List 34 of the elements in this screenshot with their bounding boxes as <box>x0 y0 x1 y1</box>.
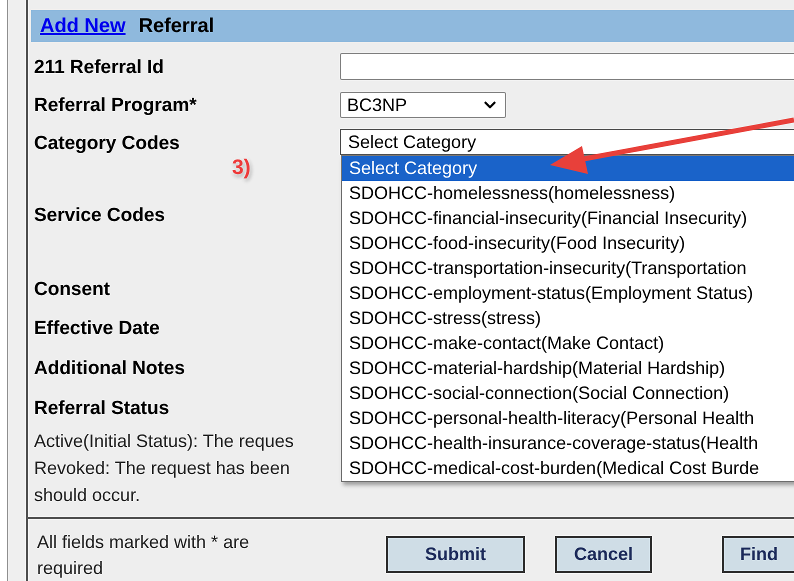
field-label: 211 Referral Id <box>34 57 164 78</box>
dropdown-option[interactable]: SDOHCC-employment-status(Employment Status) <box>342 281 794 306</box>
step-annotation: 3) <box>232 155 251 182</box>
dropdown-option[interactable]: SDOHCC-personal-health-literacy(Personal Health <box>342 406 794 432</box>
required-note: All fields marked with * are required <box>37 530 250 580</box>
dropdown-option[interactable]: SDOHCC-homelessness(homelessness) <box>342 181 794 206</box>
field-label: Referral Program* <box>34 95 197 116</box>
status-note: Active(Initial Status): The reques <box>34 430 294 454</box>
status-note: Revoked: The request has been <box>34 457 290 480</box>
form-button[interactable]: Submit <box>386 536 525 573</box>
dropdown-option[interactable]: SDOHCC-stress(stress) <box>342 306 794 332</box>
text-field[interactable] <box>340 53 794 80</box>
select-field[interactable]: BC3NP <box>340 92 506 118</box>
field-label: Effective Date <box>34 318 160 339</box>
add-new-link[interactable]: Add New <box>40 11 126 42</box>
dropdown-option[interactable]: SDOHCC-medical-cost-burden(Medical Cost Burde <box>342 456 794 482</box>
field-label: Referral Status <box>34 398 170 420</box>
dropdown-option[interactable]: SDOHCC-health-insurance-coverage-status(Health <box>342 431 794 456</box>
field-label: Consent <box>34 278 110 300</box>
dropdown-option[interactable]: SDOHCC-social-connection(Social Connection) <box>342 381 794 406</box>
dropdown-option[interactable]: SDOHCC-make-contact(Make Contact) <box>342 331 794 356</box>
dropdown-option[interactable]: SDOHCC-transportation-insecurity(Transportation <box>342 256 794 282</box>
form-button[interactable]: Find <box>722 536 794 573</box>
field-label: Service Codes <box>34 205 165 226</box>
select-field[interactable]: Select Category <box>340 129 794 156</box>
form-button[interactable]: Cancel <box>555 536 652 573</box>
dropdown-option[interactable]: SDOHCC-financial-insecurity(Financial Insecurity) <box>342 206 794 232</box>
dropdown-option[interactable]: SDOHCC-food-insecurity(Food Insecurity) <box>342 231 794 256</box>
field-label: Additional Notes <box>34 358 185 380</box>
dropdown-option[interactable]: SDOHCC-material-hardship(Material Hardship) <box>342 356 794 382</box>
status-note: should occur. <box>34 484 140 508</box>
dropdown-option[interactable]: Select Category <box>342 156 794 182</box>
header-title: Referral <box>138 14 214 40</box>
field-label: Category Codes <box>34 133 180 154</box>
